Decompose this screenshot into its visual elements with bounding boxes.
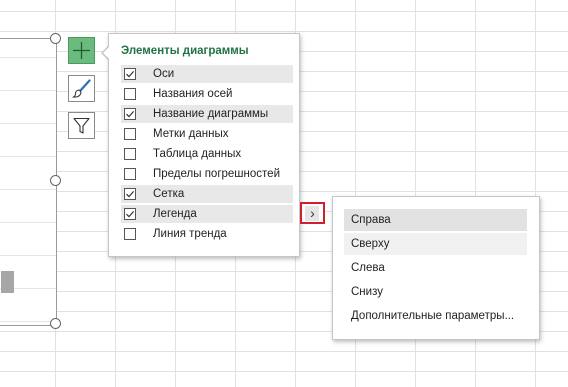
checkbox[interactable] [124,128,136,140]
popup-title: Элементы диаграммы [121,45,249,57]
chart-elements-button[interactable] [68,37,95,64]
chart-area[interactable] [0,38,57,326]
chart-element-label: Сетка [153,188,185,200]
chevron-right-icon: › [310,204,315,221]
resize-handle-bottom-right[interactable] [50,318,61,329]
legend-position-right[interactable]: Справа [344,209,527,231]
chart-element-label: Линия тренда [153,228,227,240]
checkmark-icon [126,71,135,78]
chart-bar[interactable] [1,271,14,293]
checkbox[interactable] [124,108,136,120]
legend-position-bottom[interactable]: Снизу [344,281,527,303]
chart-element-error-bars[interactable]: Пределы погрешностей [121,165,293,183]
resize-handle-top-right[interactable] [50,33,61,44]
legend-position-top[interactable]: Сверху [344,233,527,255]
plus-icon [73,42,90,59]
chart-element-chart-title[interactable]: Название диаграммы [121,105,293,123]
chart-styles-button[interactable] [68,75,95,102]
chart-element-axes[interactable]: Оси [121,65,293,83]
checkbox[interactable] [124,168,136,180]
chart-filters-button[interactable] [68,112,95,139]
checkmark-icon [126,111,135,118]
chart-element-gridlines[interactable]: Сетка [121,185,293,203]
chart-element-label: Пределы погрешностей [153,168,280,180]
chart-element-label: Таблица данных [153,148,242,160]
checkbox[interactable] [124,188,136,200]
checkbox[interactable] [124,148,136,160]
funnel-icon [73,117,90,134]
checkbox[interactable] [124,228,136,240]
chart-elements-popup: Элементы диаграммы Оси Названия осей Назва… [108,33,300,257]
legend-options-arrow-button[interactable]: › [300,202,325,224]
checkmark-icon [126,211,135,218]
resize-handle-right[interactable] [50,175,61,186]
checkbox[interactable] [124,208,136,220]
checkmark-icon [126,191,135,198]
chart-element-data-labels[interactable]: Метки данных [121,125,293,143]
legend-position-left[interactable]: Слева [344,257,527,279]
chart-element-data-table[interactable]: Таблица данных [121,145,293,163]
legend-position-submenu: Справа Сверху Слева Снизу Дополнительные пар… [332,196,540,340]
chart-element-legend[interactable]: Легенда [121,205,293,223]
legend-position-more-options[interactable]: Дополнительные параметры... [344,305,527,327]
chart-element-label: Легенда [153,208,197,220]
chart-element-label: Метки данных [153,128,229,140]
chart-element-axis-titles[interactable]: Названия осей [121,85,293,103]
checkbox[interactable] [124,68,136,80]
chart-element-label: Название диаграммы [153,108,269,120]
chart-element-label: Оси [153,68,175,80]
chart-element-trendline[interactable]: Линия тренда [121,225,293,243]
chart-element-label: Названия осей [153,88,233,100]
paintbrush-icon [71,79,91,98]
checkbox[interactable] [124,88,136,100]
